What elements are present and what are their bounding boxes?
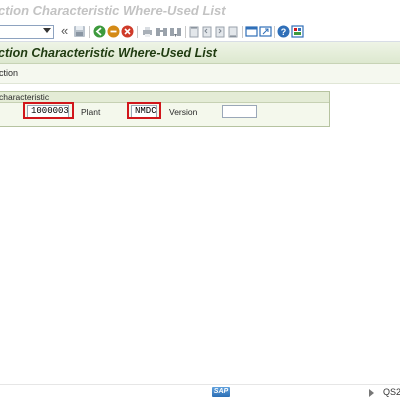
back-icon[interactable] <box>93 25 106 38</box>
cancel-icon[interactable] <box>121 25 134 38</box>
characteristic-highlight <box>23 102 74 119</box>
command-field[interactable] <box>0 25 54 39</box>
toolbar-separator <box>242 26 243 38</box>
exit-icon[interactable] <box>107 25 120 38</box>
chevron-down-icon[interactable] <box>43 28 51 33</box>
plant-label: Plant <box>81 107 101 117</box>
next-page-icon[interactable] <box>214 25 227 38</box>
group-title: characteristic <box>0 92 50 102</box>
help-icon[interactable]: ? <box>277 25 290 38</box>
last-page-icon[interactable] <box>227 25 240 38</box>
find-next-icon[interactable] <box>169 25 182 38</box>
svg-text:?: ? <box>281 27 287 37</box>
new-session-icon[interactable] <box>245 25 258 38</box>
collapse-command-field-icon[interactable]: « <box>61 23 68 38</box>
save-icon[interactable] <box>73 25 86 38</box>
shortcut-icon[interactable] <box>259 25 272 38</box>
standard-toolbar: « ? <box>0 22 400 42</box>
toolbar-separator <box>89 26 90 38</box>
version-label: Version <box>169 107 198 117</box>
application-title-bar: ction Characteristic Where-Used List <box>0 42 400 64</box>
plant-highlight <box>127 102 161 119</box>
system-info: QS2( <box>383 387 400 397</box>
toolbar-separator <box>274 26 275 38</box>
page-title: ction Characteristic Where-Used List <box>0 46 217 60</box>
first-page-icon[interactable] <box>188 25 201 38</box>
layout-icon[interactable] <box>291 25 304 38</box>
print-icon[interactable] <box>141 25 154 38</box>
section-label: ction <box>0 68 19 78</box>
selection-section-header: ction <box>0 64 400 84</box>
toolbar-separator <box>185 26 186 38</box>
find-icon[interactable] <box>155 25 168 38</box>
play-icon[interactable] <box>369 389 374 397</box>
prev-page-icon[interactable] <box>201 25 214 38</box>
toolbar-separator <box>137 26 138 38</box>
version-input[interactable] <box>222 105 257 118</box>
window-title-bar: ction Characteristic Where-Used List <box>0 0 400 22</box>
status-bar: SAP QS2( <box>0 384 400 400</box>
sap-logo: SAP <box>212 387 230 397</box>
window-title: ction Characteristic Where-Used List <box>0 3 226 18</box>
